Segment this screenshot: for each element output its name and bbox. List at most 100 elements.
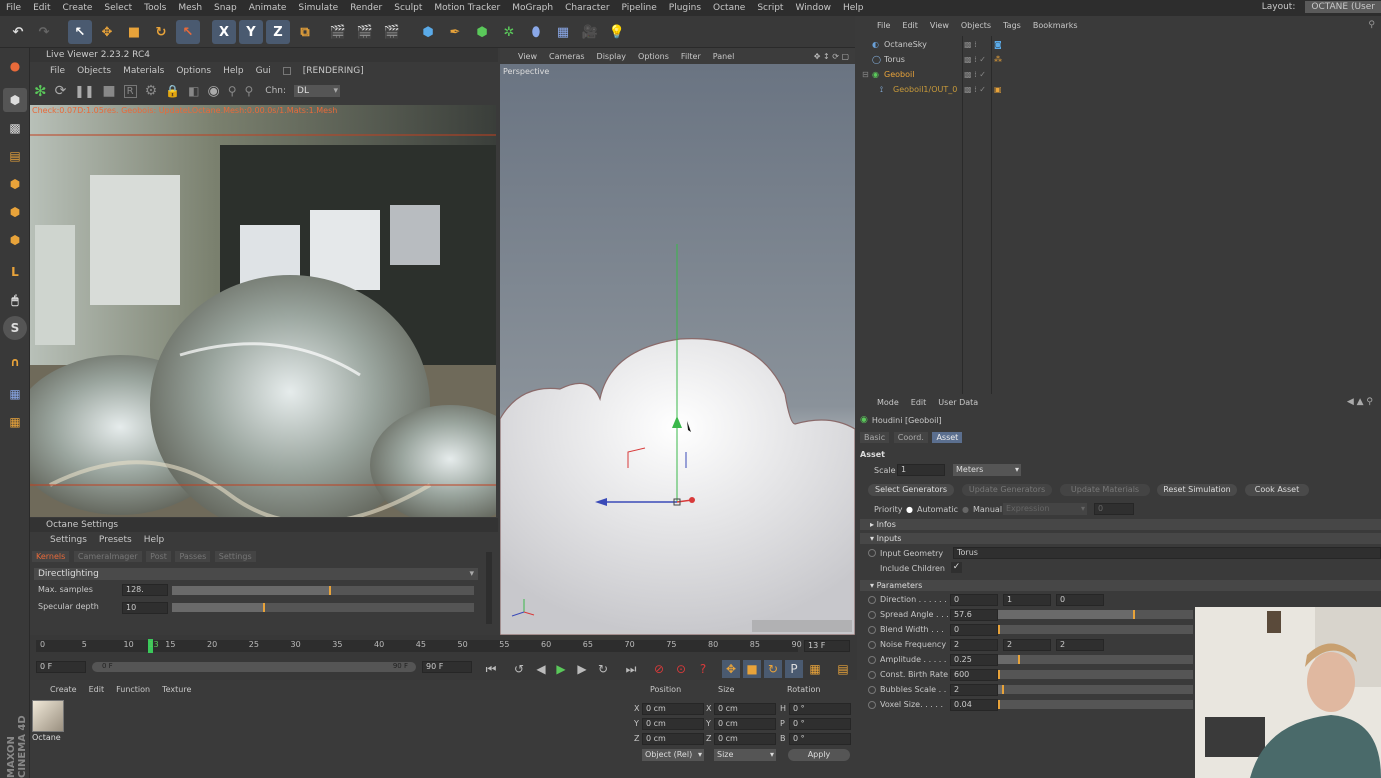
viewport-canvas[interactable] — [500, 64, 855, 635]
next-frame-icon[interactable]: ▶ — [573, 660, 591, 678]
coordinate-system-icon[interactable]: ⧉ — [293, 20, 317, 44]
coord-size-select[interactable]: Size ▾ — [714, 749, 776, 761]
texture-tag-icon[interactable]: ▣ — [994, 83, 1002, 97]
menu-snap[interactable]: Snap — [208, 3, 243, 13]
menu-mesh[interactable]: Mesh — [172, 3, 208, 13]
key-rotation-icon[interactable]: ↻ — [764, 660, 782, 678]
priority-manual-radio[interactable]: ● Manual — [962, 505, 1002, 514]
rotation-field[interactable]: 0 ° — [789, 718, 851, 730]
param-slider[interactable] — [998, 700, 1193, 709]
snap-icon[interactable]: S — [3, 316, 27, 340]
timeline-window-icon[interactable]: ▤ — [834, 660, 852, 678]
param-field[interactable]: 2 — [950, 639, 998, 651]
infos-section[interactable]: ▸ Infos — [860, 519, 1381, 530]
tab-coord[interactable]: Coord. — [893, 432, 928, 443]
key-scale-icon[interactable]: ■ — [743, 660, 761, 678]
scrollbar[interactable] — [486, 552, 492, 624]
pause-icon[interactable]: ❚❚ — [74, 84, 94, 98]
menu-help[interactable]: Help — [837, 3, 870, 13]
chn-select[interactable]: DL ▾ — [294, 85, 341, 97]
menu-mograph[interactable]: MoGraph — [506, 3, 559, 13]
tweak-mode-icon[interactable]: 🖱 — [3, 288, 27, 312]
live-select-icon[interactable]: ↖ — [176, 20, 200, 44]
tab-basic[interactable]: Basic — [860, 432, 890, 443]
menu-script[interactable]: Script — [751, 3, 789, 13]
rotate-icon[interactable]: ↻ — [149, 20, 173, 44]
previous-frame-icon[interactable]: ◀ — [532, 660, 550, 678]
stop-icon[interactable]: ■ — [102, 83, 115, 99]
cube-icon[interactable]: ⬢ — [416, 20, 440, 44]
om-menu-view[interactable]: View — [930, 21, 949, 30]
magnet-icon[interactable]: ∩ — [3, 350, 27, 374]
param-field[interactable]: 600 — [950, 669, 998, 681]
object-row-octanesky[interactable]: ◐ OctaneSky ▩ ⁞ ◙ — [860, 38, 1381, 52]
cloner-icon[interactable]: ✲ — [497, 20, 521, 44]
menu-render[interactable]: Render — [344, 3, 388, 13]
key-position-icon[interactable]: ✥ — [722, 660, 740, 678]
points-mode-icon[interactable]: ⬢ — [3, 172, 27, 196]
grid-icon[interactable]: ▦ — [3, 382, 27, 406]
param-field[interactable]: 0 — [950, 624, 998, 636]
os-menu-presets[interactable]: Presets — [99, 535, 132, 545]
lv-menu-gui[interactable]: Gui — [256, 66, 271, 76]
key-parameter-icon[interactable]: P — [785, 660, 803, 678]
end-frame-field[interactable]: 90 F — [422, 661, 472, 673]
material-thumbnail[interactable] — [32, 700, 64, 732]
floor-icon[interactable]: ▦ — [551, 20, 575, 44]
menu-create[interactable]: Create — [57, 3, 99, 13]
om-menu-bookmarks[interactable]: Bookmarks — [1033, 21, 1078, 30]
menu-character[interactable]: Character — [559, 3, 615, 13]
animate-dot-icon[interactable] — [868, 701, 876, 709]
update-generators-button[interactable]: Update Generators — [962, 484, 1052, 496]
select-cursor-icon[interactable]: ↖ — [68, 20, 92, 44]
om-menu-objects[interactable]: Objects — [961, 21, 991, 30]
menu-motion-tracker[interactable]: Motion Tracker — [428, 3, 506, 13]
tab-passes[interactable]: Passes — [175, 551, 211, 562]
rotation-field[interactable]: 0 ° — [789, 733, 851, 745]
menu-octane[interactable]: Octane — [707, 3, 751, 13]
menu-edit[interactable]: Edit — [27, 3, 56, 13]
send-scene-icon[interactable]: ✻ — [34, 82, 47, 100]
viewport-nav-icons[interactable]: ✥ ↕ ⟳ ▢ — [814, 52, 849, 61]
coord-mode-select[interactable]: Object (Rel) ▾ — [642, 749, 704, 761]
scale-icon[interactable]: ■ — [122, 20, 146, 44]
tab-kernels[interactable]: Kernels — [32, 551, 70, 562]
render-region-icon[interactable]: R — [123, 84, 137, 98]
animate-dot-icon[interactable] — [868, 611, 876, 619]
param-slider[interactable] — [998, 610, 1193, 619]
param-field[interactable]: 2 — [950, 684, 998, 696]
redo-icon[interactable]: ↷ — [32, 20, 56, 44]
select-generators-button[interactable]: Select Generators — [868, 484, 954, 496]
vp-menu-view[interactable]: View — [518, 52, 537, 61]
inputs-section[interactable]: ▾ Inputs — [860, 533, 1381, 544]
octane-logo-icon[interactable]: ● — [3, 54, 27, 78]
menu-pipeline[interactable]: Pipeline — [616, 3, 663, 13]
param-field[interactable]: 0 — [950, 594, 998, 606]
y-axis-icon[interactable]: Y — [239, 20, 263, 44]
mm-menu-function[interactable]: Function — [116, 685, 150, 694]
am-menu-user-data[interactable]: User Data — [938, 398, 978, 407]
menu-tools[interactable]: Tools — [138, 3, 172, 13]
lock-workplane-icon[interactable]: ▦ — [3, 410, 27, 434]
update-materials-button[interactable]: Update Materials — [1060, 484, 1150, 496]
menu-window[interactable]: Window — [789, 3, 837, 13]
lv-menu-objects[interactable]: Objects — [77, 66, 111, 76]
size-field[interactable]: 0 cm — [714, 733, 776, 745]
am-menu-mode[interactable]: Mode — [877, 398, 899, 407]
nav-arrows-icon[interactable]: ◀ ▲ ⚲ — [1347, 397, 1373, 407]
object-row-torus[interactable]: ◯ Torus ▩ ⁞ ✓ ⁂ — [860, 53, 1381, 67]
param-field[interactable]: 57.6 — [950, 609, 998, 621]
size-field[interactable]: 0 cm — [714, 703, 776, 715]
render-view-icon[interactable]: 🎬 — [326, 20, 350, 44]
tab-settings[interactable]: Settings — [214, 551, 256, 562]
slider-handle[interactable] — [1001, 685, 1004, 694]
menu-select[interactable]: Select — [98, 3, 138, 13]
object-row-geoboil-out[interactable]: ⟟ Geoboil1/OUT_0 ▩ ⁞ ✓ ▣ — [860, 83, 1381, 97]
vp-menu-cameras[interactable]: Cameras — [549, 52, 585, 61]
model-mode-icon[interactable]: ⬢ — [3, 88, 27, 112]
autokey-icon[interactable]: ⊙ — [672, 660, 690, 678]
specular-depth-slider[interactable] — [172, 603, 474, 612]
settings-gear-icon[interactable]: ⚙ — [145, 83, 158, 99]
layout-value[interactable]: OCTANE (User — [1305, 1, 1381, 13]
param-field[interactable]: 2 — [1003, 639, 1051, 651]
